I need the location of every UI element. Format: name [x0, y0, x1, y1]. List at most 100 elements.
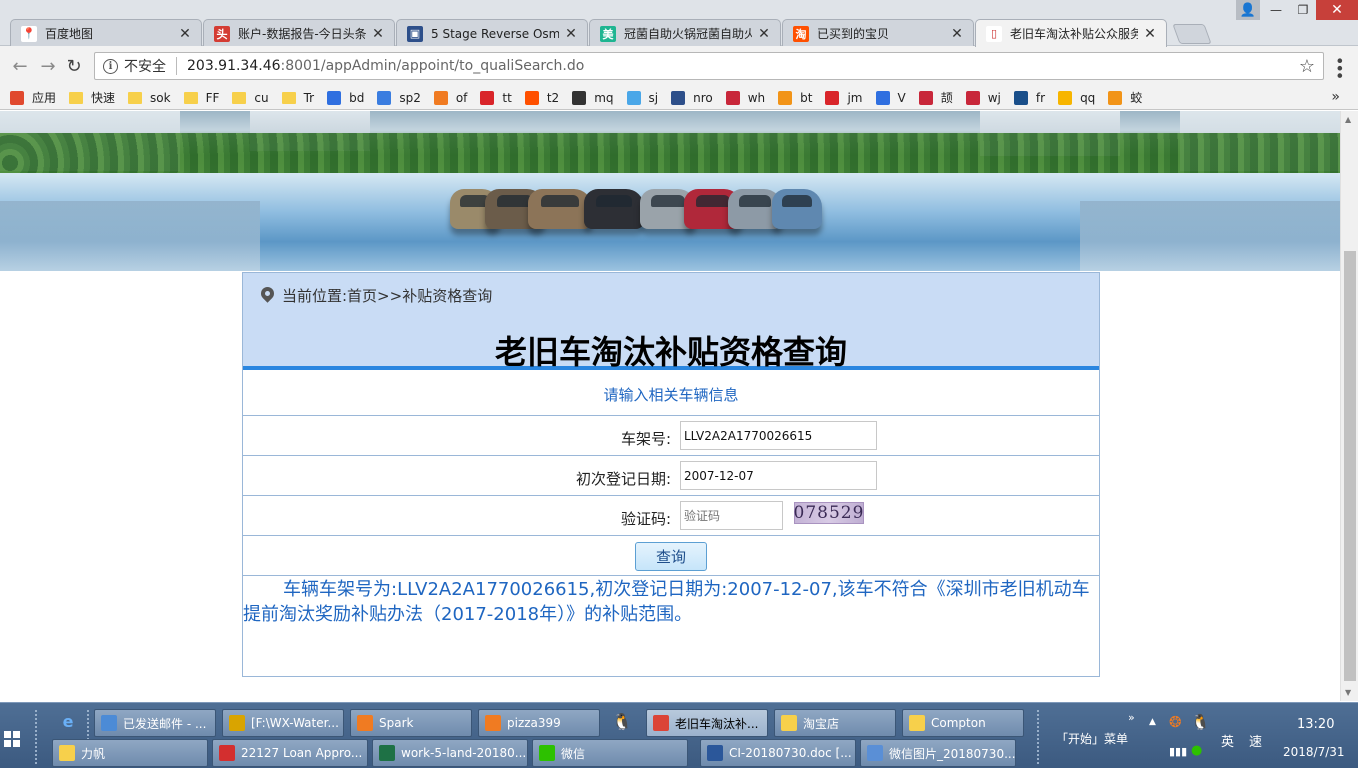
bookmark-label: nro — [693, 90, 713, 105]
browser-tab[interactable]: 美冠菌自助火锅冠菌自助火 ✕ — [589, 19, 781, 47]
bitcoin-icon — [778, 90, 793, 105]
browser-tab[interactable]: 淘已买到的宝贝 ✕ — [782, 19, 974, 47]
bookmark-item[interactable]: sok — [128, 91, 171, 105]
tab-title: 百度地图 — [45, 27, 94, 41]
taskbar-button[interactable]: work-5-land-20180... — [372, 739, 528, 767]
query-button[interactable]: 查询 — [635, 542, 707, 571]
taskbar-button[interactable]: CI-20180730.doc [... — [700, 739, 856, 767]
taskbar-button[interactable]: 微信图片_20180730... — [860, 739, 1016, 767]
browser-tab[interactable]: ▯ 老旧车淘汰补贴公众服务 ✕ — [975, 19, 1167, 47]
bookmark-label: tt — [502, 90, 512, 105]
tab-favicon-icon: ▣ — [407, 25, 423, 42]
scroll-up-arrow-icon[interactable]: ▲ — [1345, 115, 1351, 124]
start-menu-label[interactable]: 「开始」菜单 — [1056, 730, 1128, 747]
address-bar[interactable]: i 不安全 203.91.34.46:8001/appAdmin/appoint… — [94, 52, 1324, 80]
taskbar-button-label: Compton — [931, 716, 986, 730]
taskbar-button[interactable]: 老旧车淘汰补... — [646, 709, 768, 737]
bookmark-item[interactable]: V — [875, 90, 906, 105]
reload-icon[interactable]: ↻ — [62, 54, 86, 78]
captcha-row: 验证码: 078529 — [243, 496, 1099, 536]
forward-arrow-icon[interactable]: → — [36, 54, 60, 78]
bookmark-item[interactable]: 蛟 — [1108, 89, 1142, 106]
bookmark-item[interactable]: fr — [1013, 90, 1045, 105]
tab-close-icon[interactable]: ✕ — [370, 26, 386, 42]
tray-expand-icon[interactable]: ▲ — [1149, 717, 1156, 727]
bookmark-star-icon[interactable]: ☆ — [1299, 56, 1315, 77]
bookmark-item[interactable]: wh — [725, 90, 765, 105]
maximize-button[interactable]: ❐ — [1289, 0, 1317, 20]
close-window-button[interactable]: ✕ — [1316, 0, 1358, 20]
bookmark-label: wj — [987, 90, 1001, 105]
bookmark-item[interactable]: FF — [183, 91, 219, 105]
taskbar-button[interactable]: [F:\WX-Water... — [222, 709, 344, 737]
taobao-icon — [524, 90, 539, 105]
bookmark-label: sj — [648, 90, 659, 105]
taskbar-button[interactable]: 微信 — [532, 739, 688, 767]
taskbar-button[interactable]: 力帆 — [52, 739, 208, 767]
bookmark-item[interactable]: 应用 — [10, 89, 56, 106]
taskbar-button[interactable]: 淘宝店 — [774, 709, 896, 737]
scroll-down-arrow-icon[interactable]: ▼ — [1345, 688, 1351, 697]
tab-close-icon[interactable]: ✕ — [949, 26, 965, 42]
tab-title: 冠菌自助火锅冠菌自助火 — [624, 27, 752, 41]
bookmark-item[interactable]: t2 — [524, 90, 559, 105]
bookmark-label: sok — [150, 90, 171, 105]
taskbar-button[interactable]: Compton — [902, 709, 1024, 737]
tab-close-icon[interactable]: ✕ — [177, 26, 193, 42]
bookmark-label: jm — [847, 90, 863, 105]
captcha-input[interactable] — [680, 501, 783, 530]
browser-tab[interactable]: 头账户-数据报告-今日头条 ✕ — [203, 19, 395, 47]
browser-tab[interactable]: ▣ 5 Stage Reverse Osmos ✕ — [396, 19, 588, 47]
ime-language[interactable]: 英 — [1221, 731, 1234, 750]
bookmark-item[interactable]: sp2 — [377, 90, 421, 105]
bookmark-item[interactable]: jm — [825, 90, 863, 105]
bookmark-item[interactable]: tt — [480, 90, 512, 105]
taskbar-button[interactable]: pizza399 — [478, 709, 600, 737]
taskbar-button[interactable]: 已发送邮件 - ... — [94, 709, 216, 737]
clock-date[interactable]: 2018/7/31 — [1283, 745, 1345, 759]
tab-title: 老旧车淘汰补贴公众服务 — [1010, 27, 1138, 41]
toolbar-expand-icon[interactable]: » — [1128, 711, 1135, 724]
windows-start-icon[interactable] — [4, 731, 20, 747]
qq-icon[interactable]: 🐧 — [612, 711, 632, 731]
bookmark-item[interactable]: of — [433, 90, 467, 105]
bookmark-item[interactable]: 颉 — [918, 89, 953, 106]
browser-tab[interactable]: 📍 百度地图 ✕ — [10, 19, 202, 47]
qq-tray-icon[interactable]: 🐧 — [1191, 713, 1210, 731]
bookmark-item[interactable]: Tr — [281, 91, 314, 105]
registration-date-input[interactable] — [680, 461, 877, 490]
spark-tray-icon[interactable]: ❂ — [1169, 713, 1182, 731]
scroll-thumb[interactable] — [1344, 251, 1356, 681]
back-arrow-icon[interactable]: ← — [8, 54, 32, 78]
vin-input[interactable] — [680, 421, 877, 450]
network-icon[interactable]: ▮▮▮ — [1169, 745, 1187, 758]
new-tab-button[interactable] — [1172, 24, 1212, 44]
bookmark-item[interactable]: wj — [965, 90, 1001, 105]
vertical-scrollbar[interactable]: ▲ ▼ — [1340, 111, 1358, 701]
site-icon — [671, 90, 686, 105]
security-status[interactable]: 不安全 — [124, 56, 166, 76]
bookmark-item[interactable]: bt — [778, 90, 812, 105]
bookmark-item[interactable]: qq — [1058, 90, 1095, 105]
captcha-image[interactable]: 078529 — [794, 502, 864, 524]
taskbar-button[interactable]: Spark — [350, 709, 472, 737]
bookmark-item[interactable]: 快速 — [69, 89, 115, 106]
ime-speed[interactable]: 速 — [1249, 731, 1262, 750]
bookmark-item[interactable]: nro — [671, 90, 713, 105]
info-icon[interactable]: i — [103, 58, 118, 74]
bookmark-item[interactable]: bd — [327, 90, 364, 105]
profile-icon[interactable]: 👤 — [1236, 0, 1260, 20]
clock-time[interactable]: 13:20 — [1297, 717, 1334, 732]
bookmark-item[interactable]: mq — [572, 90, 614, 105]
more-bookmarks-icon[interactable]: » — [1331, 89, 1340, 105]
tab-close-icon[interactable]: ✕ — [1142, 26, 1158, 42]
minimize-button[interactable]: — — [1262, 0, 1290, 20]
wechat-tray-icon[interactable]: ● — [1191, 743, 1202, 758]
bookmark-item[interactable]: cu — [232, 91, 269, 105]
tab-close-icon[interactable]: ✕ — [756, 26, 772, 42]
ie-icon[interactable]: e — [58, 711, 78, 731]
bookmark-item[interactable]: sj — [626, 90, 659, 105]
taskbar-button[interactable]: 22127 Loan Appro... — [212, 739, 368, 767]
tab-close-icon[interactable]: ✕ — [563, 26, 579, 42]
browser-menu-icon[interactable]: ••• — [1330, 56, 1349, 78]
